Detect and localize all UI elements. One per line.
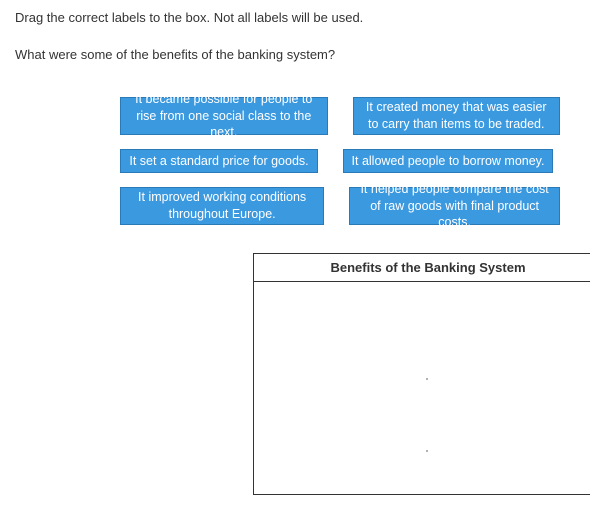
- drag-label-1[interactable]: It became possible for people to rise fr…: [120, 97, 328, 135]
- question-text: What were some of the benefits of the ba…: [15, 47, 575, 62]
- label-row: It improved working conditions throughou…: [120, 187, 560, 225]
- drag-label-3[interactable]: It set a standard price for goods.: [120, 149, 318, 173]
- drop-box[interactable]: Benefits of the Banking System: [253, 253, 590, 495]
- drop-box-title: Benefits of the Banking System: [254, 254, 590, 282]
- instruction-text: Drag the correct labels to the box. Not …: [15, 10, 575, 25]
- drag-label-4[interactable]: It allowed people to borrow money.: [343, 149, 553, 173]
- label-row: It set a standard price for goods. It al…: [120, 149, 560, 173]
- drag-label-5[interactable]: It improved working conditions throughou…: [120, 187, 324, 225]
- drag-label-2[interactable]: It created money that was easier to carr…: [353, 97, 561, 135]
- placeholder-dot: [426, 378, 428, 380]
- drop-zone[interactable]: [254, 282, 590, 494]
- placeholder-dot: [426, 450, 428, 452]
- label-row: It became possible for people to rise fr…: [120, 97, 560, 135]
- drag-label-6[interactable]: It helped people compare the cost of raw…: [349, 187, 560, 225]
- draggable-labels-area: It became possible for people to rise fr…: [15, 97, 575, 225]
